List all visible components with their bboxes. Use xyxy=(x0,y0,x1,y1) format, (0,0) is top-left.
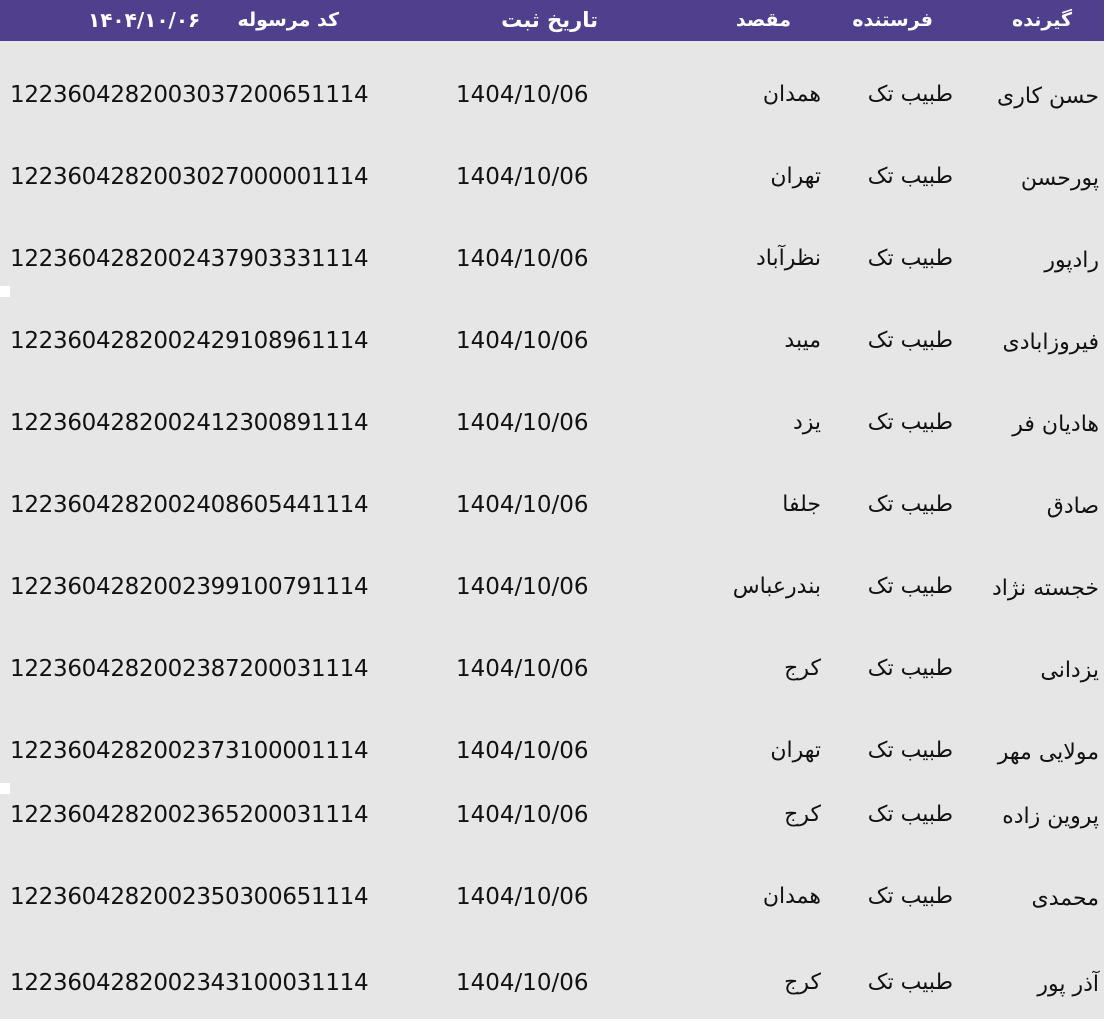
sender-cell: طبیب تک xyxy=(867,328,953,353)
registration-date-cell: 1404/10/06 xyxy=(456,884,589,910)
tracking-code-cell: 1223604282002350300651114 xyxy=(10,884,369,910)
tracking-code-cell: 1223604282002343100031114 xyxy=(10,970,369,996)
table-rows: 1223604282003037200651114 1404/10/06 همدان… xyxy=(10,41,1104,1019)
tracking-code-cell: 1223604282003037200651114 xyxy=(10,82,369,108)
sender-cell: طبیب تک xyxy=(867,574,953,599)
header-destination: مقصد xyxy=(735,9,791,31)
sender-cell: طبیب تک xyxy=(867,802,953,827)
destination-cell: تهران xyxy=(770,738,821,763)
destination-cell: یزد xyxy=(792,410,821,435)
registration-date-cell: 1404/10/06 xyxy=(456,164,589,190)
registration-date-cell: 1404/10/06 xyxy=(456,328,589,354)
tracking-code-cell: 1223604282002373100001114 xyxy=(10,738,369,764)
registration-date-cell: 1404/10/06 xyxy=(456,802,589,828)
table-row: 1223604282002365200031114 1404/10/06 کرج طب… xyxy=(10,779,1104,861)
sender-cell: طبیب تک xyxy=(867,884,953,909)
table-row: 1223604282002412300891114 1404/10/06 یزد طب… xyxy=(10,387,1104,469)
tracking-code-cell: 1223604282002408605441114 xyxy=(10,492,369,518)
header-sender: فرستنده xyxy=(852,9,933,31)
sender-cell: طبیب تک xyxy=(867,656,953,681)
left-notch xyxy=(0,286,10,297)
destination-cell: بندرعباس xyxy=(732,574,821,599)
sender-cell: طبیب تک xyxy=(867,738,953,763)
left-strip xyxy=(0,41,10,1019)
tracking-code-cell: 1223604282002399100791114 xyxy=(10,574,369,600)
receiver-cell: پروین زاده xyxy=(1002,804,1099,829)
tracking-code-cell: 1223604282002429108961114 xyxy=(10,328,369,354)
table-row: 1223604282003037200651114 1404/10/06 همدان… xyxy=(10,59,1104,141)
table-row: 1223604282002399100791114 1404/10/06 بندرع… xyxy=(10,551,1104,633)
receiver-cell: حسن کاری xyxy=(997,84,1099,109)
destination-cell: کرج xyxy=(784,656,821,681)
sender-cell: طبیب تک xyxy=(867,410,953,435)
receiver-cell: صادق xyxy=(1046,494,1099,519)
registration-date-cell: 1404/10/06 xyxy=(456,970,589,996)
tracking-code-cell: 1223604282002365200031114 xyxy=(10,802,369,828)
registration-date-cell: 1404/10/06 xyxy=(456,410,589,436)
receiver-cell: محمدی xyxy=(1031,886,1099,911)
tracking-code-cell: 1223604282002412300891114 xyxy=(10,410,369,436)
sender-cell: طبیب تک xyxy=(867,164,953,189)
registration-date-cell: 1404/10/06 xyxy=(456,492,589,518)
receiver-cell: آذر پور xyxy=(1037,972,1099,997)
registration-date-cell: 1404/10/06 xyxy=(456,656,589,682)
registration-date-cell: 1404/10/06 xyxy=(456,82,589,108)
receiver-cell: هادیان فر xyxy=(1012,412,1099,437)
sender-cell: طبیب تک xyxy=(867,970,953,995)
sender-cell: طبیب تک xyxy=(867,492,953,517)
table-row: 1223604282003027000001114 1404/10/06 تهران… xyxy=(10,141,1104,223)
table-row: 1223604282002408605441114 1404/10/06 جلفا ط… xyxy=(10,469,1104,551)
destination-cell: نظرآباد xyxy=(755,246,821,271)
table-row: 1223604282002437903331114 1404/10/06 نظرآب… xyxy=(10,223,1104,305)
sender-cell: طبیب تک xyxy=(867,246,953,271)
tracking-code-cell: 1223604282002387200031114 xyxy=(10,656,369,682)
destination-cell: جلفا xyxy=(782,492,821,517)
registration-date-cell: 1404/10/06 xyxy=(456,738,589,764)
tracking-code-cell: 1223604282002437903331114 xyxy=(10,246,369,272)
header-receiver: گیرنده xyxy=(1012,9,1072,31)
destination-cell: کرج xyxy=(784,970,821,995)
receiver-cell: مولایی مهر xyxy=(997,740,1099,765)
destination-cell: تهران xyxy=(770,164,821,189)
header-tracking-code: کد مرسوله xyxy=(237,9,339,31)
registration-date-cell: 1404/10/06 xyxy=(456,246,589,272)
receiver-cell: پورحسن xyxy=(1020,166,1099,191)
table-row: 1223604282002429108961114 1404/10/06 میبد ط… xyxy=(10,305,1104,387)
destination-cell: میبد xyxy=(784,328,821,353)
left-notch xyxy=(0,783,10,794)
destination-cell: کرج xyxy=(784,802,821,827)
receiver-cell: رادپور xyxy=(1044,248,1099,273)
destination-cell: همدان xyxy=(762,884,821,909)
shipment-report: گیرنده فرستنده مقصد تاریخ ثبت کد مرسوله … xyxy=(0,0,1118,1019)
table-body: 1223604282003037200651114 1404/10/06 همدان… xyxy=(10,41,1104,1019)
table-row: 1223604282002387200031114 1404/10/06 کرج طب… xyxy=(10,633,1104,715)
destination-cell: همدان xyxy=(762,82,821,107)
table-header: گیرنده فرستنده مقصد تاریخ ثبت کد مرسوله … xyxy=(0,0,1104,41)
tracking-code-cell: 1223604282003027000001114 xyxy=(10,164,369,190)
table-row: 1223604282002343100031114 1404/10/06 کرج طب… xyxy=(10,947,1104,1019)
table-row: 1223604282002350300651114 1404/10/06 همدان… xyxy=(10,861,1104,943)
receiver-cell: خجسته نژاد xyxy=(991,576,1099,601)
registration-date-cell: 1404/10/06 xyxy=(456,574,589,600)
header-registration-date: تاریخ ثبت xyxy=(501,8,598,32)
header-report-date: ۱۴۰۴/۱۰/۰۶ xyxy=(88,8,201,32)
receiver-cell: یزدانی xyxy=(1040,658,1099,683)
sender-cell: طبیب تک xyxy=(867,82,953,107)
receiver-cell: فیروزابادی xyxy=(1002,330,1100,355)
